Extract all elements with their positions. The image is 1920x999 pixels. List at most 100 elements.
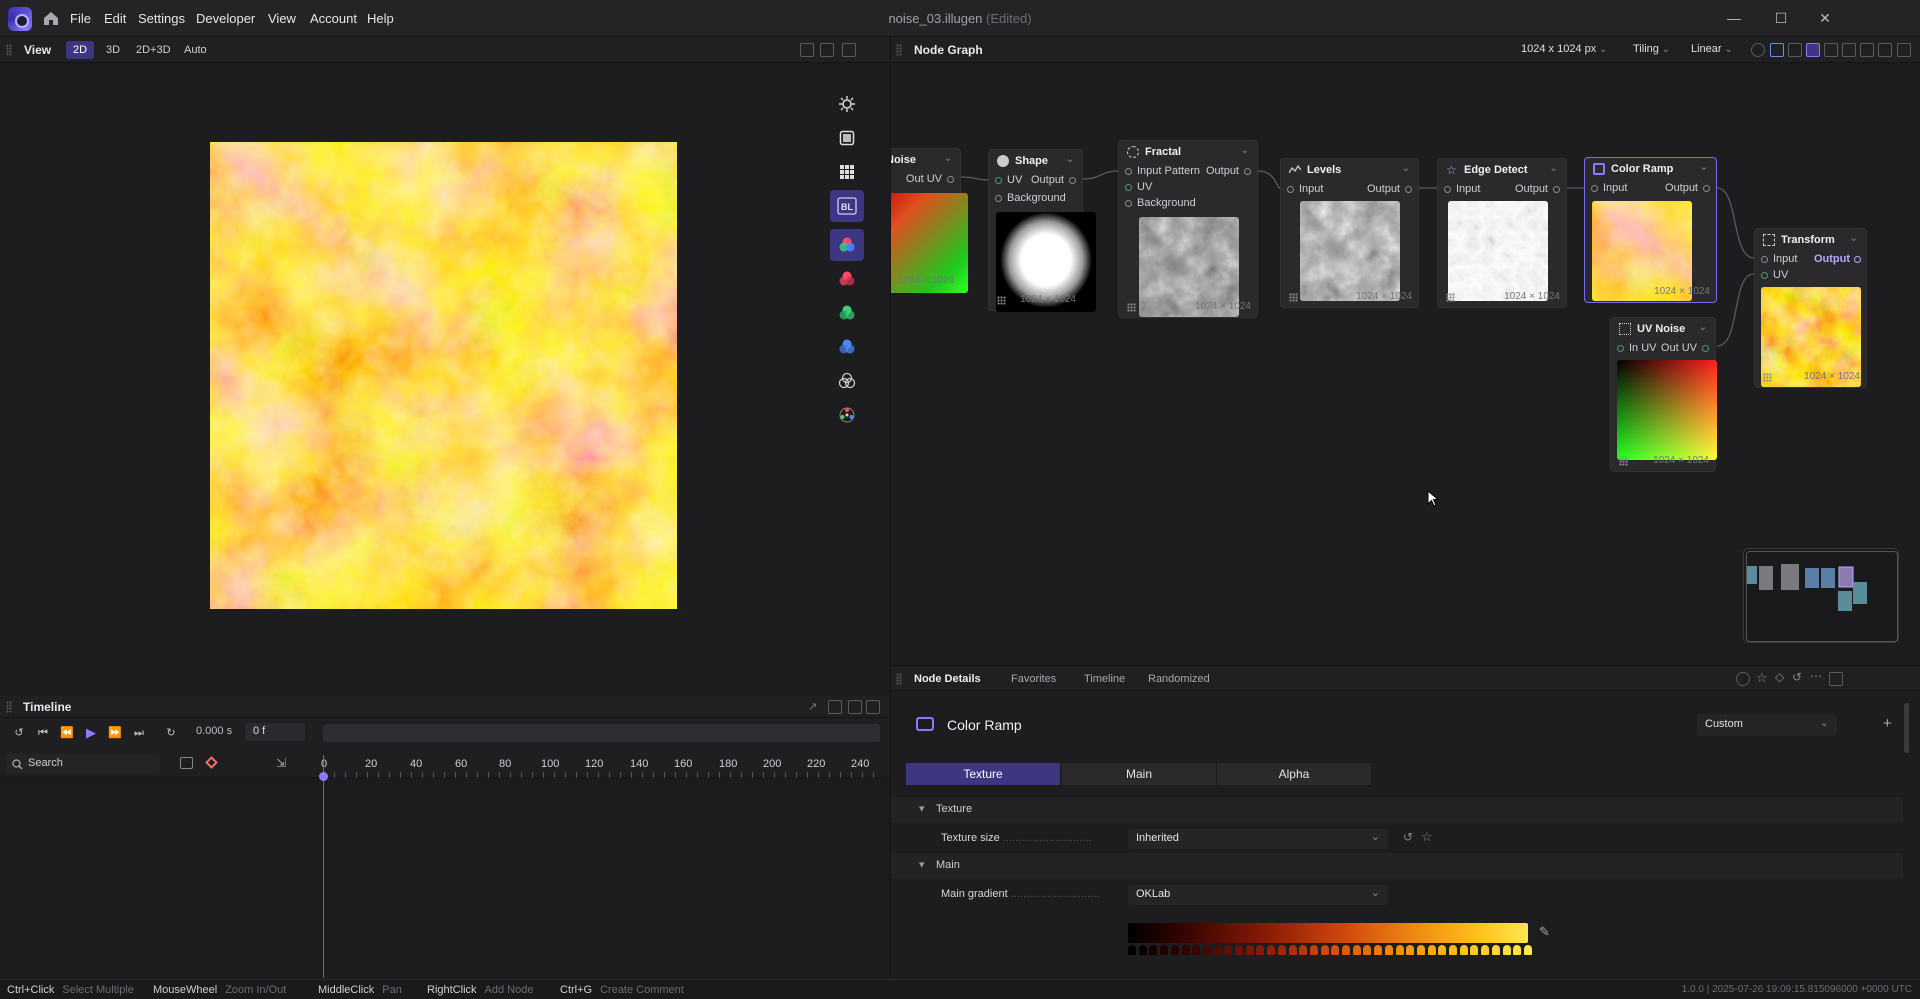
input-port[interactable] xyxy=(995,195,1002,202)
output-port[interactable] xyxy=(1703,185,1710,192)
mode-auto-button[interactable]: Auto xyxy=(177,41,214,59)
gradient-stop[interactable] xyxy=(1363,945,1372,955)
playhead-handle[interactable] xyxy=(319,772,328,781)
loop-icon[interactable]: ↻ xyxy=(164,727,178,739)
mode-3d-button[interactable]: 3D xyxy=(99,41,127,59)
gradient-stop[interactable] xyxy=(1384,945,1393,955)
gradient-stop[interactable] xyxy=(1192,945,1201,955)
gradient-stop[interactable] xyxy=(1224,945,1233,955)
gradient-stop[interactable] xyxy=(1202,945,1211,955)
gradient-stop[interactable] xyxy=(1181,945,1190,955)
step-forward-icon[interactable]: ⏩ xyxy=(108,727,122,739)
channel-rgb-button[interactable] xyxy=(830,229,864,261)
chevron-down-icon[interactable]: ⌄ xyxy=(1850,233,1858,244)
skip-start-icon[interactable]: ⏮ xyxy=(36,727,50,739)
search-icon[interactable] xyxy=(1751,43,1765,57)
input-port[interactable] xyxy=(1591,185,1598,192)
fullscreen-icon[interactable] xyxy=(1897,43,1911,57)
output-port[interactable] xyxy=(1069,177,1076,184)
play-icon[interactable]: ▶ xyxy=(84,726,98,739)
output-port[interactable] xyxy=(1553,186,1560,193)
gradient-stop[interactable] xyxy=(1128,945,1136,955)
section-texture[interactable]: Texture xyxy=(891,797,1903,823)
output-port[interactable] xyxy=(1405,186,1412,193)
node-uv-noise[interactable]: UV Noise ⌄ In UV Out UV 1024 × 1024 xyxy=(1610,317,1717,472)
menu-account[interactable]: Account xyxy=(310,11,357,26)
frame-button[interactable] xyxy=(830,122,864,154)
swap-icon[interactable] xyxy=(820,43,834,57)
node-header[interactable]: Fractal ⌄ xyxy=(1119,141,1257,163)
gradient-stop[interactable] xyxy=(1170,945,1179,955)
mode-2d3d-button[interactable]: 2D+3D xyxy=(129,41,178,59)
keyframe-icon[interactable] xyxy=(205,756,218,769)
gradient-stop[interactable] xyxy=(1342,945,1351,955)
gradient-stop[interactable] xyxy=(1524,945,1532,955)
panel-grip-icon[interactable] xyxy=(896,44,902,56)
playhead-line[interactable] xyxy=(323,755,324,978)
viewport-2d[interactable]: BL xyxy=(0,64,889,692)
favorite-icon[interactable]: ☆ xyxy=(1756,670,1768,686)
gradient-stop[interactable] xyxy=(1245,945,1254,955)
gradient-stop[interactable] xyxy=(1416,945,1425,955)
menu-edit[interactable]: Edit xyxy=(104,11,126,26)
frame-input[interactable]: 0 f xyxy=(245,723,305,741)
channel-blue-button[interactable] xyxy=(830,331,864,363)
collapse-icon[interactable] xyxy=(1842,43,1856,57)
step-back-icon[interactable]: ⏪ xyxy=(60,727,74,739)
reset-icon[interactable]: ↺ xyxy=(1792,670,1802,684)
texture-preview[interactable] xyxy=(210,142,677,609)
node-noise[interactable]: Noise ⌄ Out UV 1024 × 1024 xyxy=(891,148,968,293)
input-port[interactable] xyxy=(1761,272,1768,279)
node-header[interactable]: Transform ⌄ xyxy=(1755,229,1866,251)
eyedropper-icon[interactable]: ✎ xyxy=(1539,924,1550,940)
fullscreen-icon[interactable] xyxy=(842,43,856,57)
chevron-down-icon[interactable]: ⌄ xyxy=(944,153,952,164)
refresh-icon[interactable] xyxy=(1770,43,1784,57)
snap-icon[interactable] xyxy=(848,700,862,714)
add-preset-icon[interactable]: + xyxy=(1883,715,1892,732)
maximize-button[interactable]: ☐ xyxy=(1770,8,1792,28)
fullscreen-icon[interactable] xyxy=(866,700,880,714)
node-color-ramp[interactable]: Color Ramp ⌄ Input Output 1024 × 1024 xyxy=(1584,157,1717,303)
compare-icon[interactable] xyxy=(800,43,814,57)
timeline-track-area[interactable] xyxy=(0,779,889,978)
chevron-down-icon[interactable]: ⌄ xyxy=(1550,163,1558,174)
gradient-stop[interactable] xyxy=(1138,945,1147,955)
lighting-button[interactable] xyxy=(830,88,864,120)
preset-dropdown[interactable]: Custom xyxy=(1697,714,1837,736)
more-icon[interactable]: ⋯ xyxy=(1810,669,1822,683)
node-header[interactable]: Noise ⌄ xyxy=(891,149,960,171)
minimap-viewport[interactable] xyxy=(1746,551,1898,642)
tiling-dropdown[interactable]: Tiling xyxy=(1633,43,1670,55)
timeline-scrub-bar[interactable] xyxy=(323,724,880,742)
input-port[interactable] xyxy=(1287,186,1294,193)
subtab-main[interactable]: Main xyxy=(1062,763,1216,785)
input-port[interactable] xyxy=(1125,184,1132,191)
keyframe-curve-icon[interactable] xyxy=(180,757,193,769)
close-window-button[interactable]: ✕ xyxy=(1814,8,1836,28)
search-icon[interactable] xyxy=(1736,672,1750,686)
gradient-stop[interactable] xyxy=(1288,945,1297,955)
gradient-stop[interactable] xyxy=(1470,945,1479,955)
tile-view-button[interactable] xyxy=(830,156,864,188)
collapse-icon[interactable]: ↗ xyxy=(808,700,822,714)
channel-alpha-button[interactable] xyxy=(830,365,864,397)
favorite-icon[interactable]: ☆ xyxy=(1421,829,1433,845)
gradient-stop[interactable] xyxy=(1352,945,1361,955)
timeline-ruler[interactable]: 0 20 40 60 80 100 120 140 160 180 200 22… xyxy=(321,748,880,778)
chevron-down-icon[interactable]: ⌄ xyxy=(1699,322,1707,333)
node-header[interactable]: Color Ramp ⌄ xyxy=(1585,158,1716,180)
gradient-stop[interactable] xyxy=(1395,945,1404,955)
blend-mode-button[interactable]: BL xyxy=(830,190,864,222)
gradient-stop[interactable] xyxy=(1459,945,1468,955)
input-port[interactable] xyxy=(1761,256,1768,263)
chevron-down-icon[interactable]: ⌄ xyxy=(1402,163,1410,174)
resolution-dropdown[interactable]: 1024 x 1024 px xyxy=(1521,43,1607,55)
channel-mix-button[interactable] xyxy=(830,399,864,431)
gradient-stop[interactable] xyxy=(1235,945,1244,955)
gradient-stop[interactable] xyxy=(1267,945,1276,955)
gradient-stop[interactable] xyxy=(1438,945,1447,955)
input-port[interactable] xyxy=(1617,345,1624,352)
panel-grip-icon[interactable] xyxy=(896,673,902,685)
input-port[interactable] xyxy=(1125,168,1132,175)
